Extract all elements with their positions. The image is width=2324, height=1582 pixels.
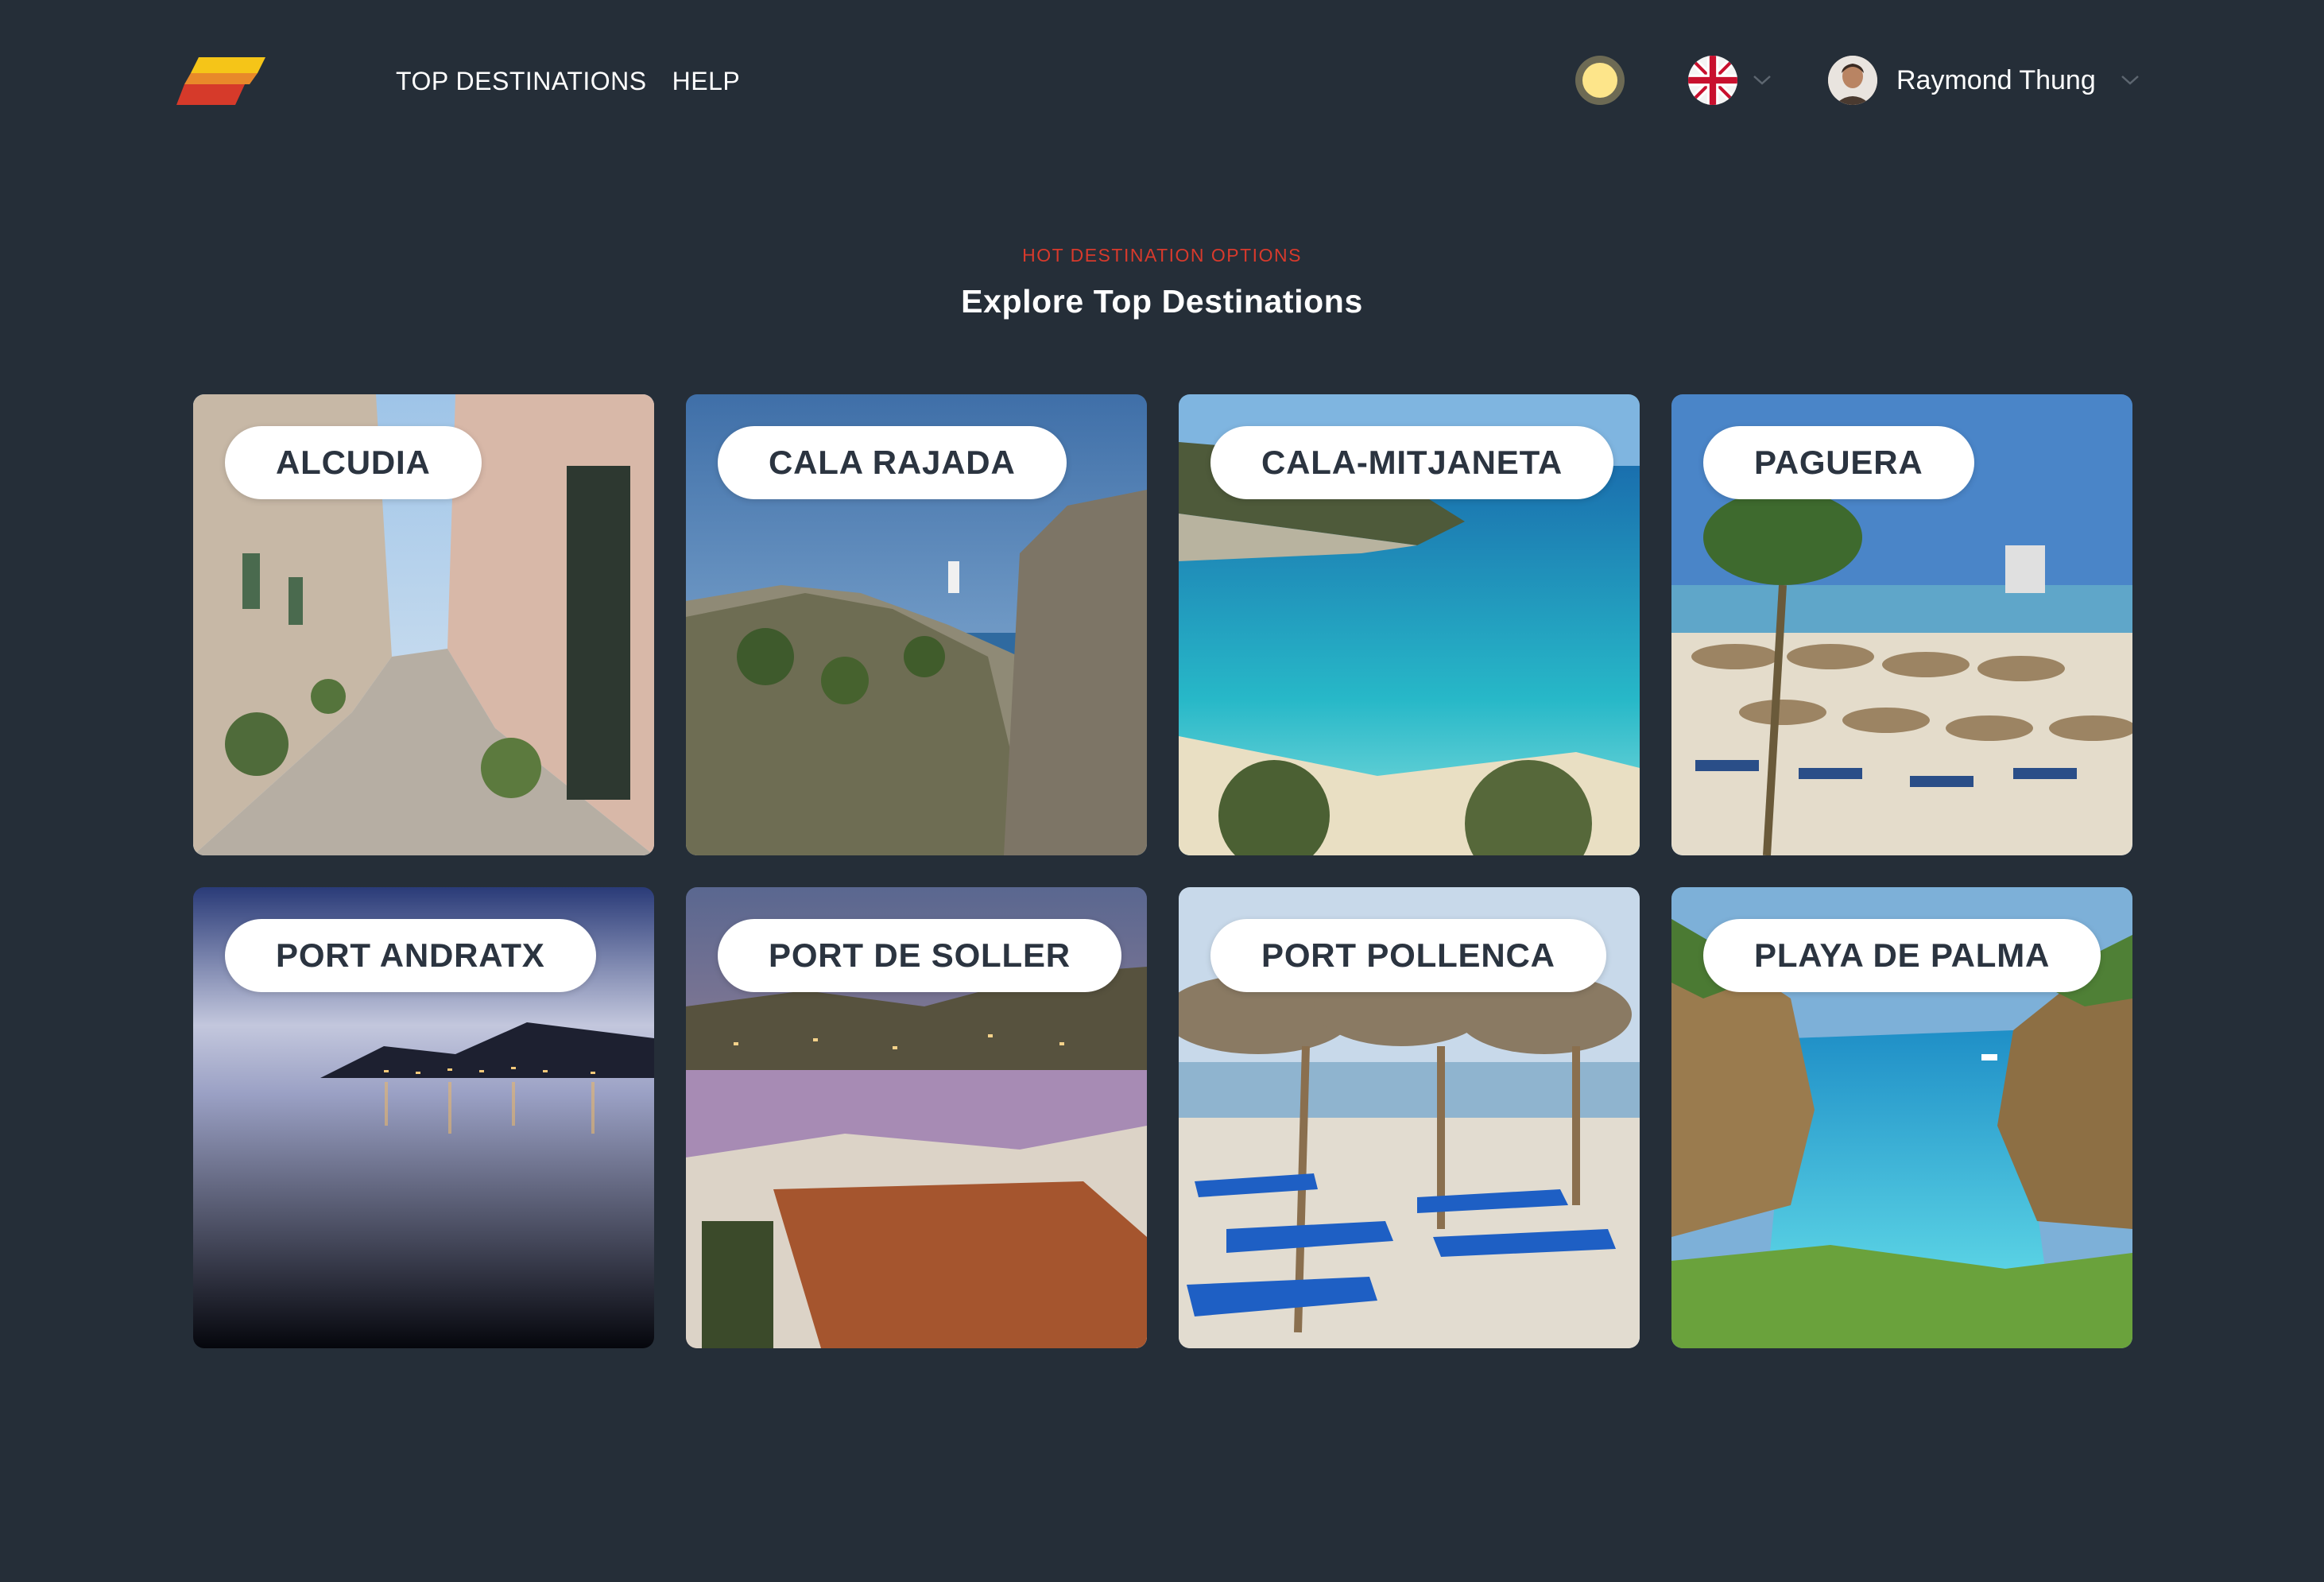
uk-flag-icon — [1688, 56, 1737, 105]
destination-card-cala-rajada[interactable]: CALA RAJADA — [686, 394, 1147, 855]
destination-card-paguera[interactable]: PAGUERA — [1671, 394, 2132, 855]
brand-logo[interactable] — [176, 57, 265, 105]
section-title: Explore Top Destinations — [961, 283, 1363, 320]
destination-card-alcudia[interactable]: ALCUDIA — [193, 394, 654, 855]
destination-label: CALA RAJADA — [718, 426, 1067, 499]
nav-help[interactable]: HELP — [672, 64, 741, 99]
destination-card-cala-mitjaneta[interactable]: CALA-MITJANETA — [1179, 394, 1640, 855]
destination-label: PORT POLLENCA — [1210, 919, 1606, 992]
sun-icon — [1582, 63, 1617, 98]
section-eyebrow: HOT DESTINATION OPTIONS — [1022, 245, 1302, 266]
language-selector[interactable] — [1688, 56, 1772, 105]
nav-top-destinations[interactable]: TOP DESTINATIONS — [396, 64, 647, 99]
page: TOP DESTINATIONS HELP Raymond Thung HOT — [0, 0, 2324, 1582]
destination-label: PORT ANDRATX — [225, 919, 596, 992]
destination-label: PORT DE SOLLER — [718, 919, 1121, 992]
user-name: Raymond Thung — [1896, 65, 2096, 95]
theme-toggle-button[interactable] — [1575, 56, 1625, 105]
chevron-down-icon — [2121, 76, 2139, 85]
destination-card-port-de-soller[interactable]: PORT DE SOLLER — [686, 887, 1147, 1348]
destination-label: PAGUERA — [1703, 426, 1974, 499]
destination-card-port-pollenca[interactable]: PORT POLLENCA — [1179, 887, 1640, 1348]
destination-label: CALA-MITJANETA — [1210, 426, 1614, 499]
chevron-down-icon — [1753, 76, 1771, 85]
destination-card-port-andratx[interactable]: PORT ANDRATX — [193, 887, 654, 1348]
user-menu[interactable]: Raymond Thung — [1828, 56, 2140, 105]
destination-label: PLAYA DE PALMA — [1703, 919, 2101, 992]
main-nav: TOP DESTINATIONS HELP — [396, 64, 740, 99]
avatar — [1828, 56, 1877, 105]
destination-card-playa-de-palma[interactable]: PLAYA DE PALMA — [1671, 887, 2132, 1348]
destination-label: ALCUDIA — [225, 426, 482, 499]
